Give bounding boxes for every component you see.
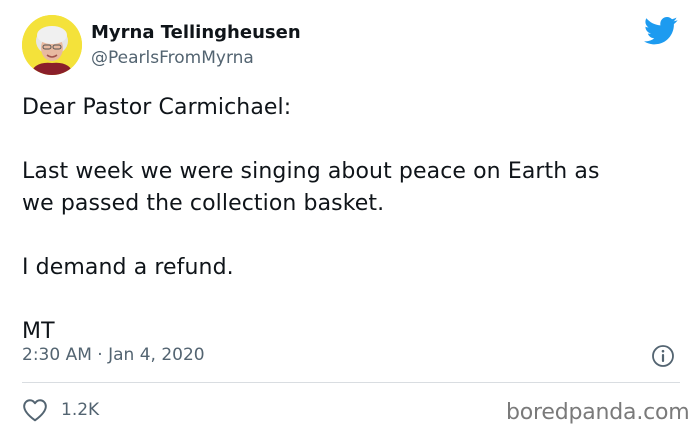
divider [22, 382, 680, 383]
twitter-bird-icon[interactable] [644, 16, 678, 46]
tweet-time: 2:30 AM [22, 345, 92, 365]
avatar-photo [22, 15, 82, 75]
tweet-date: Jan 4, 2020 [108, 345, 205, 365]
tweet-line: Last week we were singing about peace on… [22, 159, 600, 184]
display-name[interactable]: Myrna Tellingheusen [91, 22, 301, 44]
info-icon[interactable] [651, 344, 675, 368]
heart-icon [23, 399, 47, 422]
tweet-line: we passed the collection basket. [22, 191, 385, 216]
tweet-line: I demand a refund. [22, 255, 234, 280]
like-button[interactable]: 1.2K [22, 398, 99, 422]
tweet-text: Dear Pastor Carmichael: Last week we wer… [22, 92, 682, 348]
like-count: 1.2K [61, 400, 100, 420]
user-handle[interactable]: @PearlsFromMyrna [91, 47, 254, 69]
tweet-line: Dear Pastor Carmichael: [22, 95, 292, 120]
avatar[interactable] [22, 15, 82, 75]
watermark: boredpanda.com [506, 400, 690, 425]
timestamp-separator: · [91, 345, 109, 365]
tweet-timestamp[interactable]: 2:30 AM · Jan 4, 2020 [22, 343, 205, 367]
